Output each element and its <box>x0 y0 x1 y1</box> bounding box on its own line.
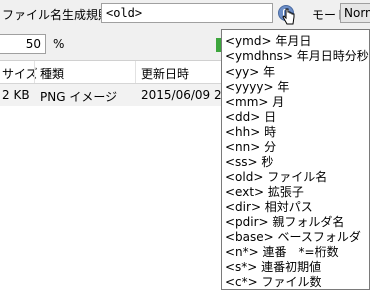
menu-item-dir[interactable]: <dir> 相対パス <box>225 199 313 215</box>
menu-item-n[interactable]: <n*> 連番 *=桁数 <box>225 244 339 260</box>
menu-item-nn[interactable]: <nn> 分 <box>225 139 276 155</box>
column-header-size[interactable]: サイズ <box>2 65 38 82</box>
menu-item-yyyy[interactable]: <yyyy> 年 <box>225 79 289 95</box>
hand-cursor-icon <box>282 8 295 25</box>
menu-item-ymd[interactable]: <ymd> 年月日 <box>225 33 311 49</box>
menu-item-old[interactable]: <old> ファイル名 <box>225 169 327 185</box>
filename-rule-input[interactable]: <old> <box>101 3 273 23</box>
placeholder-dropdown-menu: <ymd> 年月日 <ymdhns> 年月日時分秒 <yy> 年 <yyyy> … <box>221 29 370 290</box>
menu-item-mm[interactable]: <mm> 月 <box>225 94 284 110</box>
menu-item-pdir[interactable]: <pdir> 親フォルダ名 <box>225 214 344 230</box>
percent-unit: % <box>53 37 65 51</box>
column-divider[interactable] <box>34 61 35 83</box>
menu-item-hh[interactable]: <hh> 時 <box>225 124 276 140</box>
menu-item-s[interactable]: <s*> 連番初期値 <box>225 259 321 275</box>
column-divider[interactable] <box>135 61 136 83</box>
menu-item-c[interactable]: <c*> ファイル数 <box>225 274 322 290</box>
column-header-modified[interactable]: 更新日時 <box>141 65 189 82</box>
menu-item-ymdhns[interactable]: <ymdhns> 年月日時分秒 <box>225 48 369 64</box>
menu-item-ss[interactable]: <ss> 秒 <box>225 154 273 170</box>
cell-modified: 2015/06/09 2 <box>141 88 222 102</box>
menu-item-base[interactable]: <base> ベースフォルダ <box>225 229 361 245</box>
filename-rule-label: ファイル名生成規則 <box>2 8 111 22</box>
menu-item-yy[interactable]: <yy> 年 <box>225 64 275 80</box>
percent-input[interactable]: 50 <box>0 34 46 54</box>
menu-item-ext[interactable]: <ext> 拡張子 <box>225 184 304 200</box>
menu-item-dd[interactable]: <dd> 日 <box>225 109 276 125</box>
toolbar: ファイル名生成規則 <old> モード Normal <box>0 0 370 28</box>
cell-size: 2 KB <box>2 88 30 102</box>
mode-select[interactable]: Normal <box>340 3 370 23</box>
cell-type: PNG イメージ <box>40 90 118 104</box>
column-header-type[interactable]: 種類 <box>40 65 64 82</box>
